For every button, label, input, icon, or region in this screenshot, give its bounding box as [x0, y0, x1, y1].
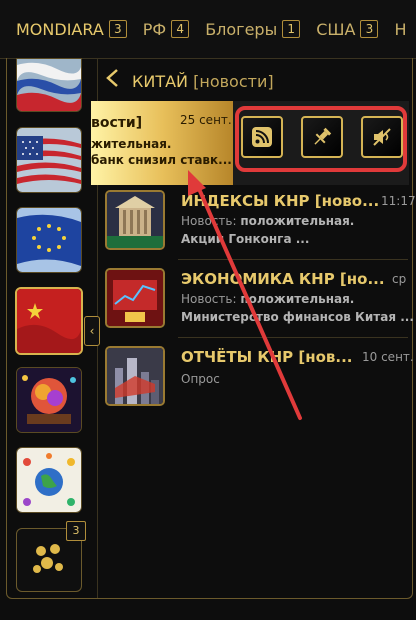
sentiment-value: положительная. [240, 292, 355, 306]
news-snippet: Акции Гонконга ... [181, 232, 310, 246]
swiped-news-item[interactable]: вости] 25 сент. жительная. банк снизил с… [91, 101, 233, 185]
page-title-sub: [новости] [193, 72, 274, 91]
tab-label: Блогеры [205, 19, 278, 39]
row-divider [178, 259, 408, 260]
news-sentiment: Новость: положительная. [181, 214, 354, 228]
tab-bloggers[interactable]: Блогеры 1 [205, 19, 301, 39]
reports-skyline-icon [107, 348, 163, 404]
russia-flag-icon [17, 59, 81, 111]
page-title-main: КИТАЙ [132, 72, 189, 91]
item-date: 25 сент. [180, 113, 232, 127]
tab-label: США [316, 19, 356, 39]
sentiment-value: положительная. [240, 214, 355, 228]
news-date: 10 сент. [362, 350, 414, 364]
channel-world-globe[interactable] [16, 447, 82, 513]
news-type: Опрос [181, 372, 220, 386]
news-title[interactable]: ЭКОНОМИКА КНР [но... [181, 270, 385, 288]
page-title: КИТАЙ [новости] [132, 72, 274, 91]
channel-ai-brain[interactable] [16, 367, 82, 433]
tab-mondiara[interactable]: MONDIARA 3 [16, 20, 127, 39]
usa-flag-icon [17, 128, 81, 192]
news-date: ср [392, 272, 407, 286]
news-snippet: Министерство финансов Китая ... [181, 310, 414, 324]
tab-label: MONDIARA [16, 19, 104, 39]
chevron-left-icon: ‹ [89, 324, 95, 338]
news-thumbnail-reports[interactable] [105, 346, 165, 406]
channel-usa-flag[interactable] [16, 127, 82, 193]
globe-art-icon [17, 448, 81, 512]
news-sentiment: Новость: положительная. [181, 292, 354, 306]
actions-highlight [235, 106, 407, 172]
tab-count-badge: 1 [282, 20, 301, 38]
sentiment-label: Новость: [181, 292, 237, 306]
tab-label: РФ [142, 19, 167, 39]
eu-flag-icon [17, 208, 81, 272]
channel-eu-flag[interactable] [16, 207, 82, 273]
item-title: вости] [91, 115, 143, 131]
tab-label: Н [394, 19, 407, 39]
group-count-badge: 3 [66, 521, 86, 541]
news-thumbnail-economy[interactable] [105, 268, 165, 328]
tab-count-badge: 3 [108, 20, 127, 38]
collapse-sidebar-button[interactable]: ‹ [84, 316, 100, 346]
brain-art-icon [17, 368, 81, 432]
tab-next[interactable]: Н [394, 20, 406, 39]
news-title[interactable]: ИНДЕКСЫ КНР [ново... [181, 192, 379, 210]
tab-count-badge: 3 [360, 20, 379, 38]
news-title[interactable]: ОТЧЁТЫ КНР [нов... [181, 348, 353, 366]
stock-exchange-icon [107, 192, 163, 248]
chevron-left-icon [106, 69, 118, 87]
back-button[interactable] [104, 68, 122, 93]
channel-china-flag[interactable] [15, 287, 83, 355]
china-flag-icon [17, 289, 81, 353]
item-snippet: банк снизил ставк... [91, 153, 232, 167]
tab-usa[interactable]: США 3 [316, 19, 379, 39]
top-tabs: MONDIARA 3 РФ 4 Блогеры 1 США 3 Н [0, 0, 416, 58]
sentiment-label: Новость: [181, 214, 237, 228]
news-date: 11:17 [381, 194, 416, 208]
tab-count-badge: 4 [171, 20, 190, 38]
row-divider [178, 337, 408, 338]
economy-chart-icon [107, 270, 163, 326]
news-thumbnail-indices[interactable] [105, 190, 165, 250]
tab-rf[interactable]: РФ 4 [142, 19, 190, 39]
channel-russia-flag[interactable] [16, 58, 82, 112]
item-line: жительная. [91, 137, 172, 151]
